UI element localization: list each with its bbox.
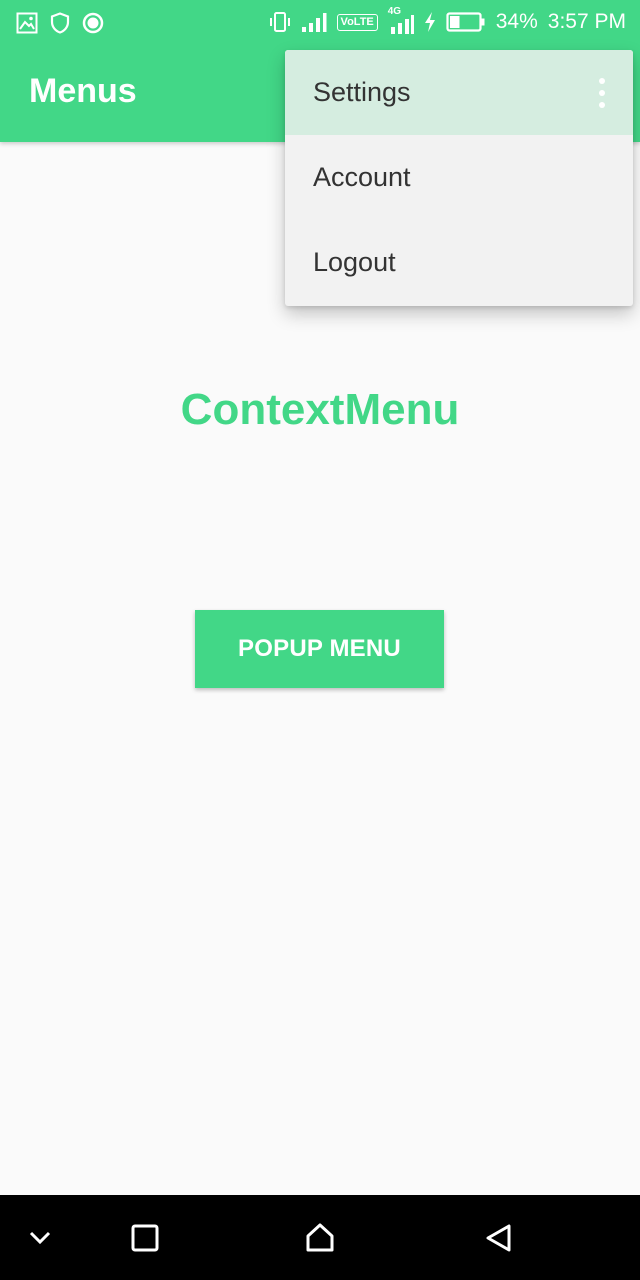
menu-item-settings[interactable]: Settings [285,50,633,135]
context-menu-label[interactable]: ContextMenu [0,385,640,435]
menu-item-logout[interactable]: Logout [285,220,633,305]
volte-icon: VoLTE [336,13,378,31]
status-right-icons: VoLTE 4G 34% 3:57 PM [269,6,626,34]
home-icon[interactable] [300,1195,340,1280]
overflow-menu: Settings Account Logout [285,50,633,306]
menu-item-label: Account [313,162,411,192]
overflow-menu-icon[interactable] [599,78,605,108]
battery-percent: 34% [495,10,538,33]
signal-icon [301,11,327,33]
menu-item-label: Logout [313,247,396,277]
menu-item-label: Settings [313,77,411,107]
4g-signal-icon: 4G [388,6,414,34]
app-bar-title: Menus [29,72,137,110]
menu-item-account[interactable]: Account [285,135,633,220]
status-left-icons [16,12,104,34]
popup-menu-button[interactable]: POPUP MENU [195,610,444,688]
circle-app-icon [82,12,104,34]
recents-icon[interactable] [125,1195,165,1280]
battery-icon [446,11,486,33]
shield-icon [50,12,70,34]
chevron-down-icon[interactable] [20,1195,60,1280]
status-time: 3:57 PM [547,10,626,33]
vibrate-icon [269,10,291,34]
image-icon [16,12,38,34]
charging-icon [424,12,436,32]
navigation-bar [0,1195,640,1280]
back-icon[interactable] [478,1195,518,1280]
status-bar: VoLTE 4G 34% 3:57 PM [0,0,640,48]
